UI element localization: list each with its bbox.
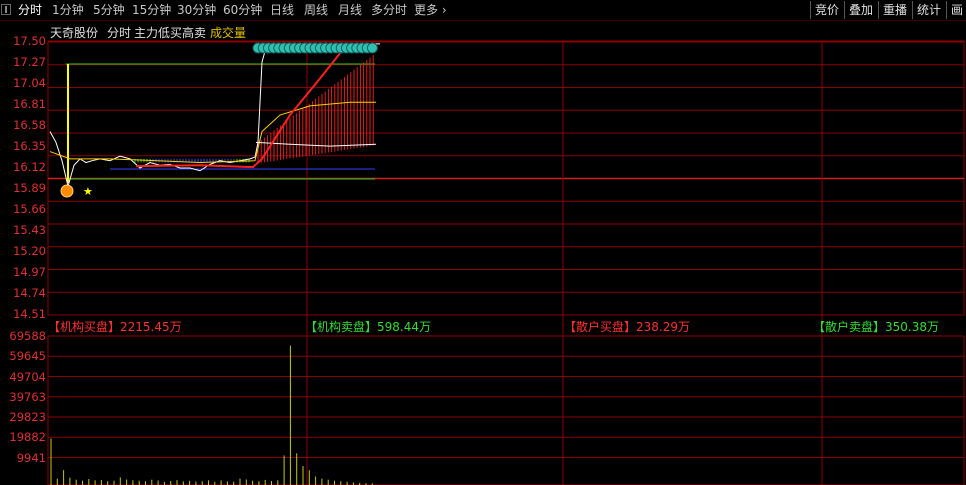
price-tick-label: 16.12 xyxy=(13,160,46,174)
volume-bars xyxy=(50,345,373,485)
retail-buy-summary: 【散户买盘】238.29万 xyxy=(564,318,690,335)
retail-sell-label: 【散户卖盘】 xyxy=(813,320,886,334)
retail-sell-value: 350.38万 xyxy=(885,320,940,334)
intraday-chart[interactable]: ★ xyxy=(0,0,966,485)
price-tick-label: 15.20 xyxy=(13,244,46,258)
price-tick-label: 16.81 xyxy=(13,97,46,111)
signal-circle-icon xyxy=(366,42,378,54)
average-line xyxy=(49,101,376,164)
inst-buy-summary: 【机构买盘】2215.45万 xyxy=(48,318,182,335)
inst-sell-value: 598.44万 xyxy=(377,320,432,334)
star-icon: ★ xyxy=(83,185,93,198)
inst-sell-summary: 【机构卖盘】598.44万 xyxy=(305,318,431,335)
price-tick-label: 14.51 xyxy=(13,307,46,321)
volume-tick-label: 69588 xyxy=(9,329,46,343)
price-tick-label: 15.89 xyxy=(13,181,46,195)
volume-tick-label: 19882 xyxy=(9,430,46,445)
price-tick-label: 15.66 xyxy=(13,202,46,216)
price-tick-label: 17.04 xyxy=(13,76,46,90)
volume-tick-label: 49704 xyxy=(9,369,46,384)
volume-panel-frame xyxy=(47,335,965,485)
chart-marks: ★ xyxy=(49,42,380,198)
volume-tick-label: 59645 xyxy=(9,349,46,364)
volume-tick-label: 9941 xyxy=(16,450,46,465)
price-tick-label: 16.35 xyxy=(13,139,46,153)
retail-buy-value: 238.29万 xyxy=(636,320,691,334)
chart-grid xyxy=(47,40,965,485)
price-tick-label: 17.50 xyxy=(13,34,46,48)
inst-buy-label: 【机构买盘】 xyxy=(48,320,121,334)
price-tick-label: 15.43 xyxy=(13,223,46,237)
volume-tick-label: 29823 xyxy=(9,410,46,424)
inst-buy-value: 2215.45万 xyxy=(120,320,182,334)
price-tick-label: 17.27 xyxy=(13,55,46,69)
buy-point-icon xyxy=(60,184,74,198)
price-tick-label: 16.58 xyxy=(13,118,46,132)
retail-sell-summary: 【散户卖盘】350.38万 xyxy=(813,318,939,335)
volume-tick-label: 39763 xyxy=(9,389,46,404)
price-tick-label: 14.97 xyxy=(13,265,46,279)
inst-sell-label: 【机构卖盘】 xyxy=(305,320,378,334)
price-tick-label: 14.74 xyxy=(13,286,46,300)
retail-buy-label: 【散户买盘】 xyxy=(564,320,637,334)
main-force-line xyxy=(135,42,377,169)
